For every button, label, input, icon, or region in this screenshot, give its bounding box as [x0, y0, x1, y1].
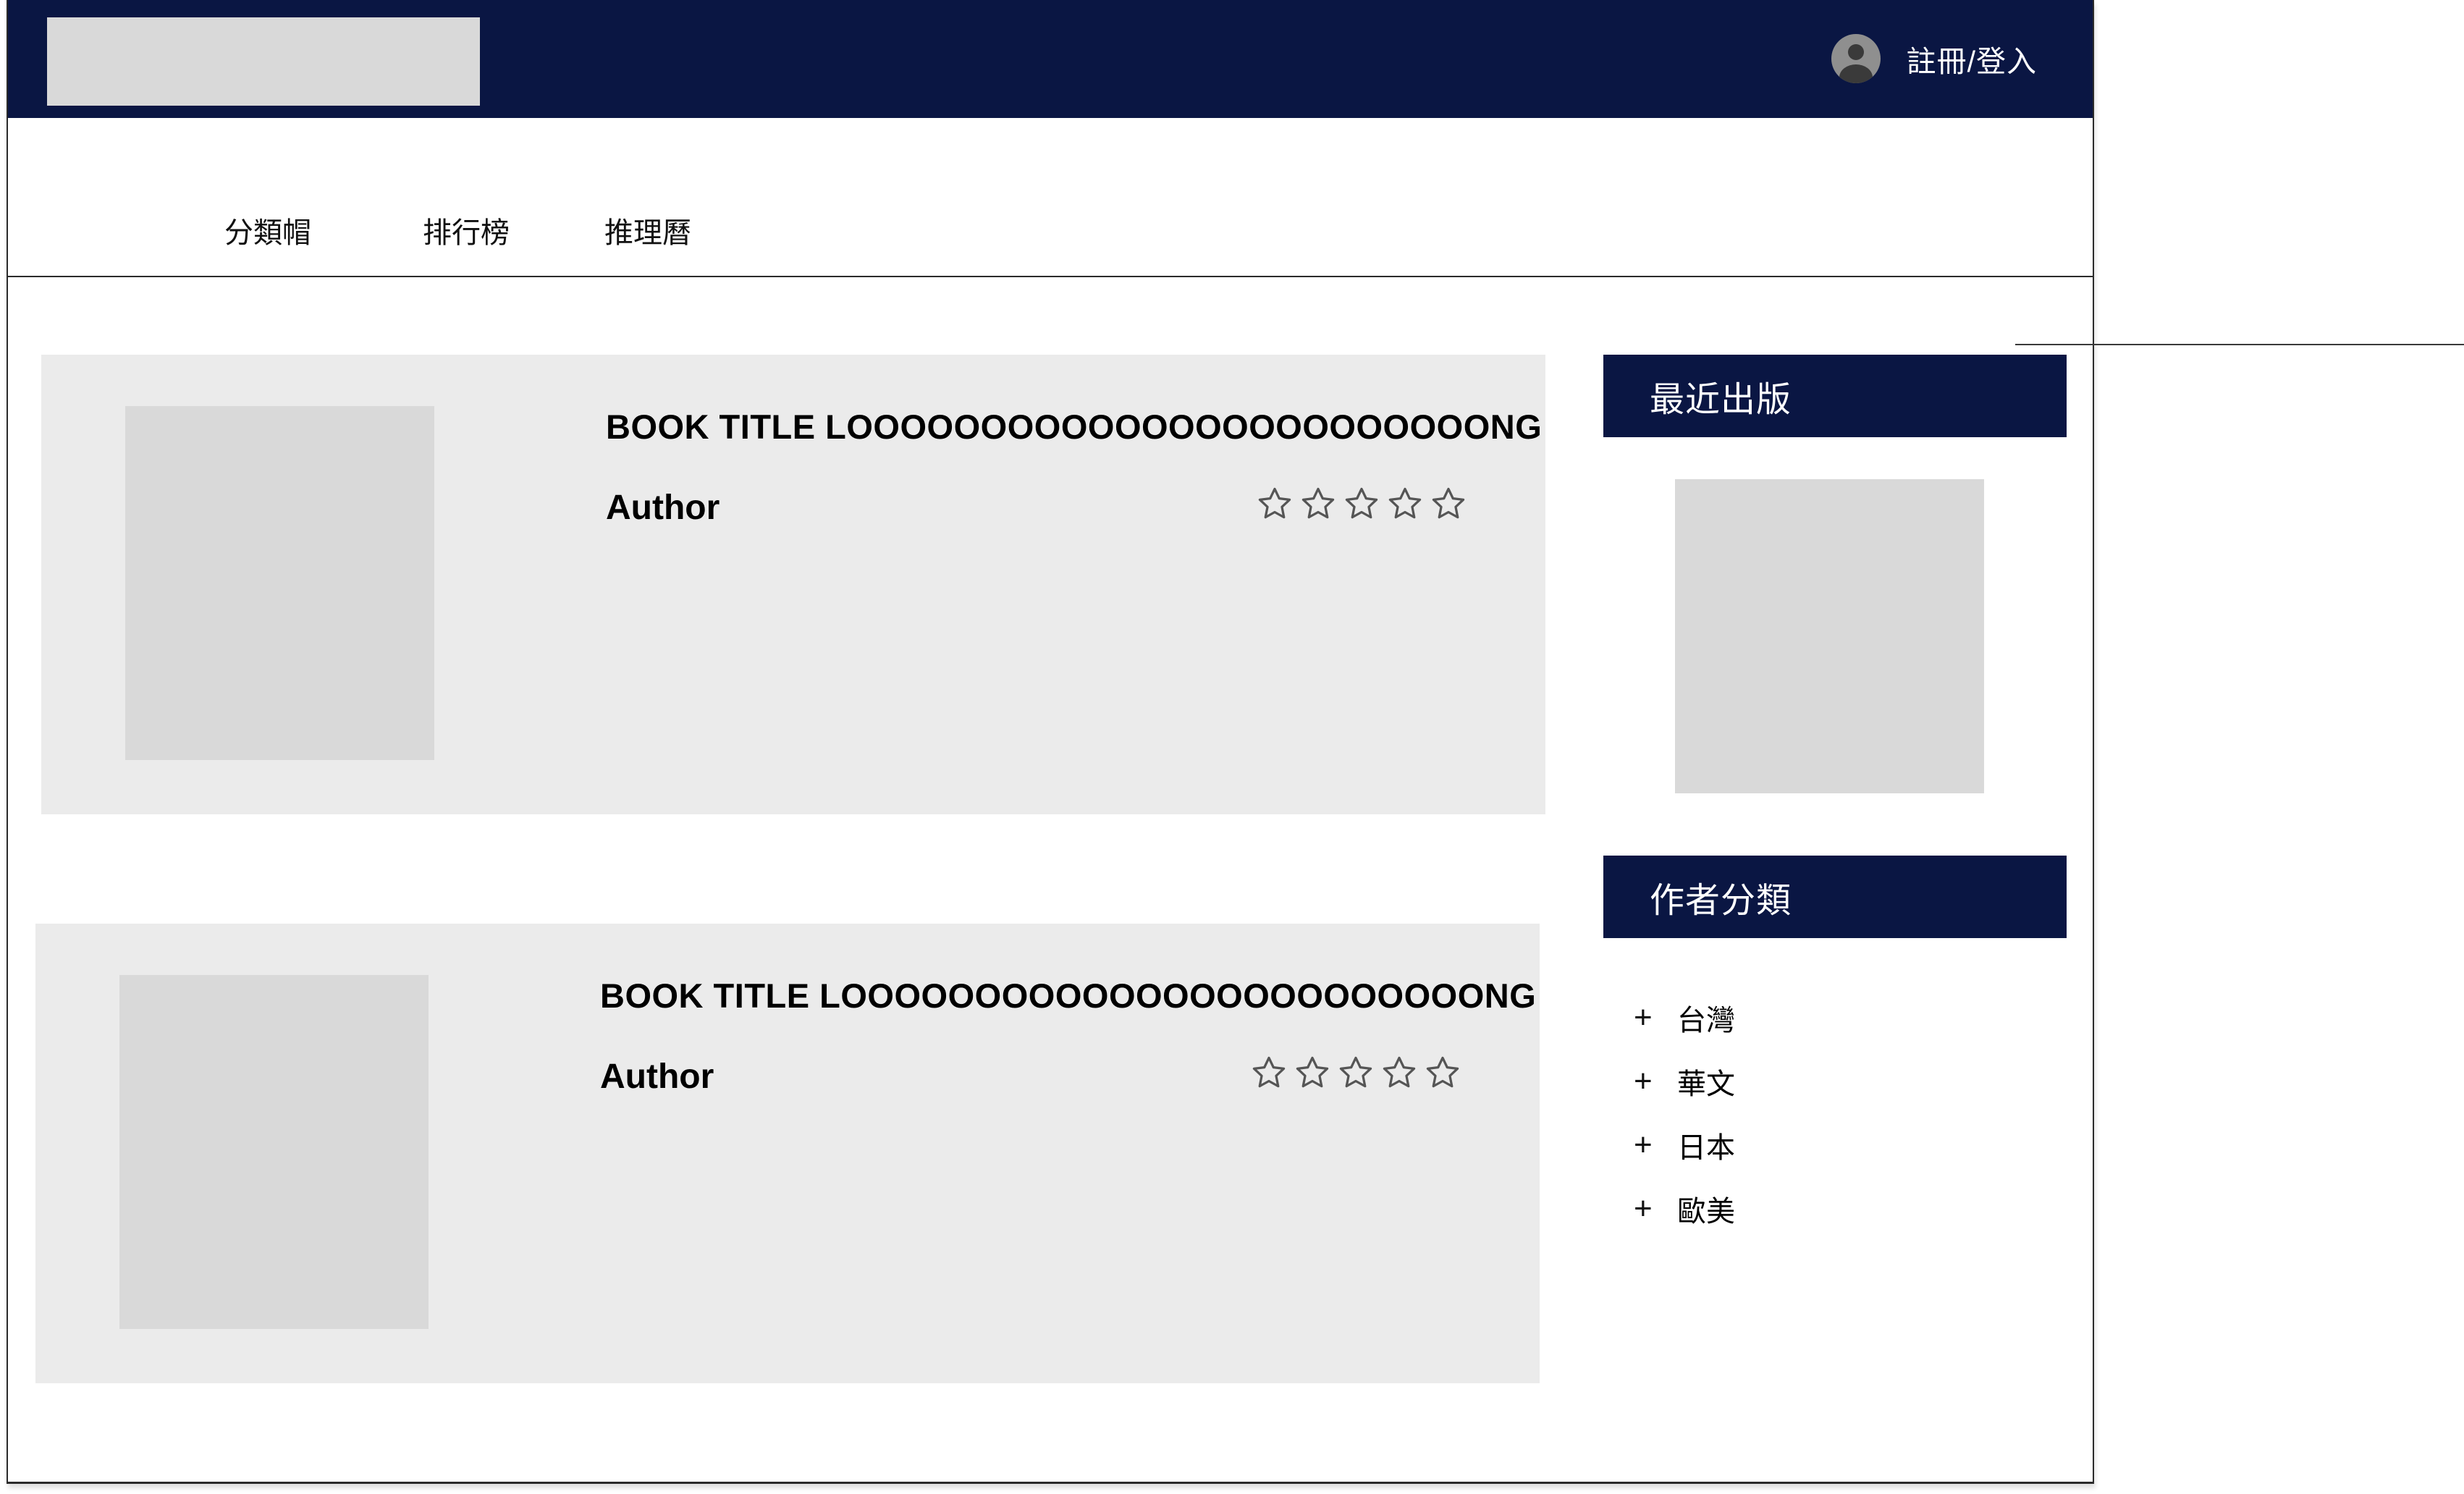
category-label: 台灣 [1677, 1005, 1735, 1037]
book-card[interactable]: BOOK TITLE LOOOOOOOOOOOOOOOOOOOOOOOONG A… [41, 355, 1545, 814]
category-label: 歐美 [1677, 1196, 1735, 1228]
logo-placeholder[interactable] [47, 17, 480, 106]
author-category-title: 作者分類 [1650, 882, 1792, 920]
star-icon[interactable] [1424, 1054, 1461, 1092]
star-icon[interactable] [1380, 1054, 1418, 1092]
star-icon[interactable] [1299, 485, 1337, 523]
category-item-taiwan[interactable]: + 台灣 [1634, 986, 1735, 1050]
book-title[interactable]: BOOK TITLE LOOOOOOOOOOOOOOOOOOOOOOOONG [606, 407, 1542, 447]
nav-item-mystery-calendar[interactable]: 推理曆 [604, 209, 691, 251]
plus-icon[interactable]: + [1634, 1002, 1667, 1034]
category-label: 華文 [1677, 1068, 1735, 1100]
category-item-japan[interactable]: + 日本 [1634, 1113, 1735, 1177]
star-rating [1250, 1054, 1461, 1092]
author-category-list: + 台灣 + 華文 + 日本 + 歐美 [1634, 986, 1735, 1241]
book-author[interactable]: Author [606, 488, 720, 528]
nav-item-ranking[interactable]: 排行榜 [423, 209, 510, 251]
star-icon[interactable] [1337, 1054, 1375, 1092]
category-item-chinese[interactable]: + 華文 [1634, 1050, 1735, 1113]
category-label: 日本 [1677, 1132, 1735, 1164]
plus-icon[interactable]: + [1634, 1129, 1667, 1161]
star-icon[interactable] [1250, 1054, 1288, 1092]
star-rating [1256, 485, 1467, 523]
login-register-button[interactable]: 註冊/登入 [1831, 33, 2037, 84]
book-author[interactable]: Author [600, 1057, 714, 1097]
star-icon[interactable] [1294, 1054, 1331, 1092]
author-category-header: 作者分類 [1603, 856, 2067, 938]
page-frame: 註冊/登入 分類帽 排行榜 推理曆 BOOK TITLE LOOOOOOOOOO… [7, 0, 2094, 1484]
plus-icon[interactable]: + [1634, 1065, 1667, 1097]
book-title[interactable]: BOOK TITLE LOOOOOOOOOOOOOOOOOOOOOOOONG [600, 976, 1536, 1016]
star-icon[interactable] [1256, 485, 1294, 523]
recent-publications-title: 最近出版 [1650, 381, 1792, 419]
book-cover[interactable] [125, 406, 434, 760]
recent-book-cover[interactable] [1675, 479, 1984, 793]
nav-item-sorting-hat[interactable]: 分類帽 [224, 209, 311, 251]
top-header-bar: 註冊/登入 [8, 0, 2093, 118]
annotation-line [2015, 344, 2464, 345]
category-item-western[interactable]: + 歐美 [1634, 1177, 1735, 1241]
main-nav: 分類帽 排行榜 推理曆 [8, 118, 2093, 277]
login-register-label: 註冊/登入 [1906, 45, 2037, 78]
user-avatar-icon [1831, 34, 1881, 83]
star-icon[interactable] [1430, 485, 1467, 523]
star-icon[interactable] [1343, 485, 1380, 523]
plus-icon[interactable]: + [1634, 1193, 1667, 1225]
book-cover[interactable] [119, 975, 429, 1329]
book-card[interactable]: BOOK TITLE LOOOOOOOOOOOOOOOOOOOOOOOONG A… [35, 924, 1540, 1383]
star-icon[interactable] [1386, 485, 1424, 523]
recent-publications-header: 最近出版 [1603, 355, 2067, 437]
